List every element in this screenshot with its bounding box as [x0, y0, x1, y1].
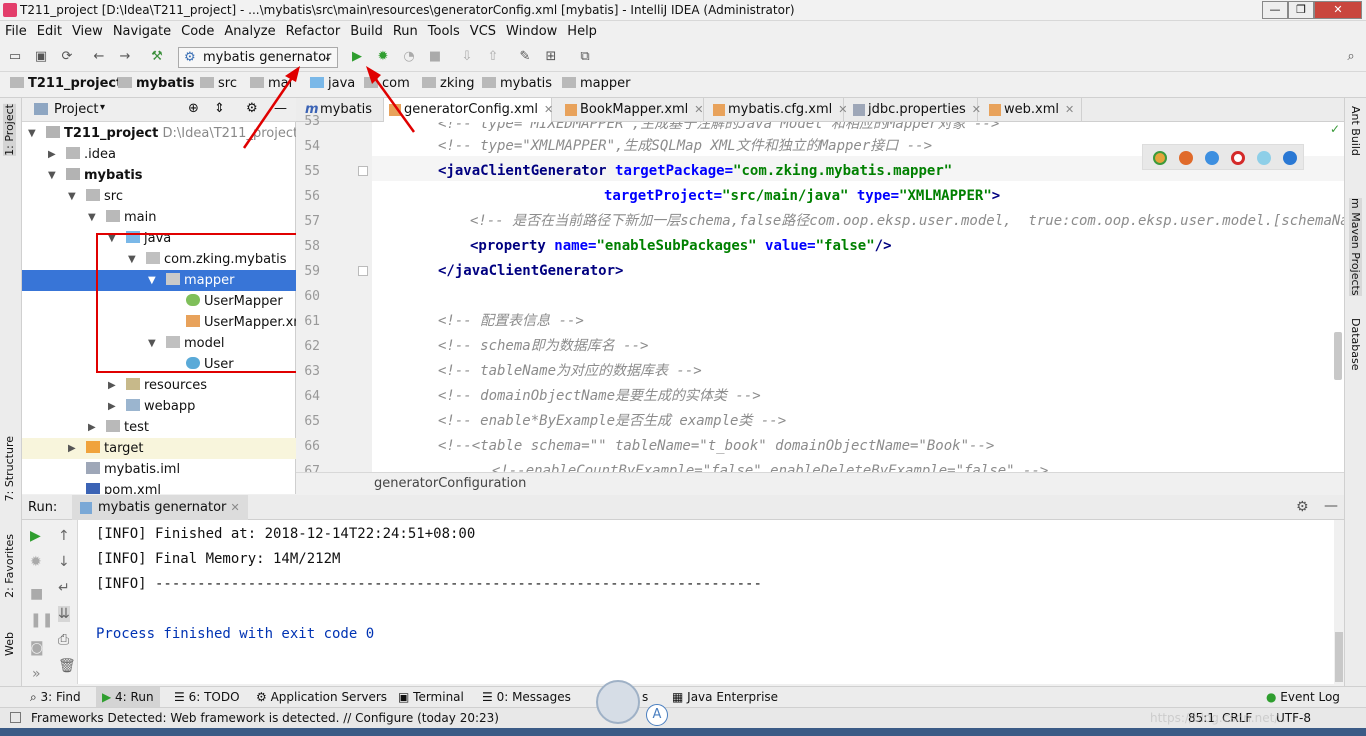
annotation-arrow-line [370, 73, 416, 133]
annotation-arrowhead [285, 66, 300, 82]
annotation-arrows [242, 66, 416, 149]
annotation-arrow-line [242, 71, 298, 149]
